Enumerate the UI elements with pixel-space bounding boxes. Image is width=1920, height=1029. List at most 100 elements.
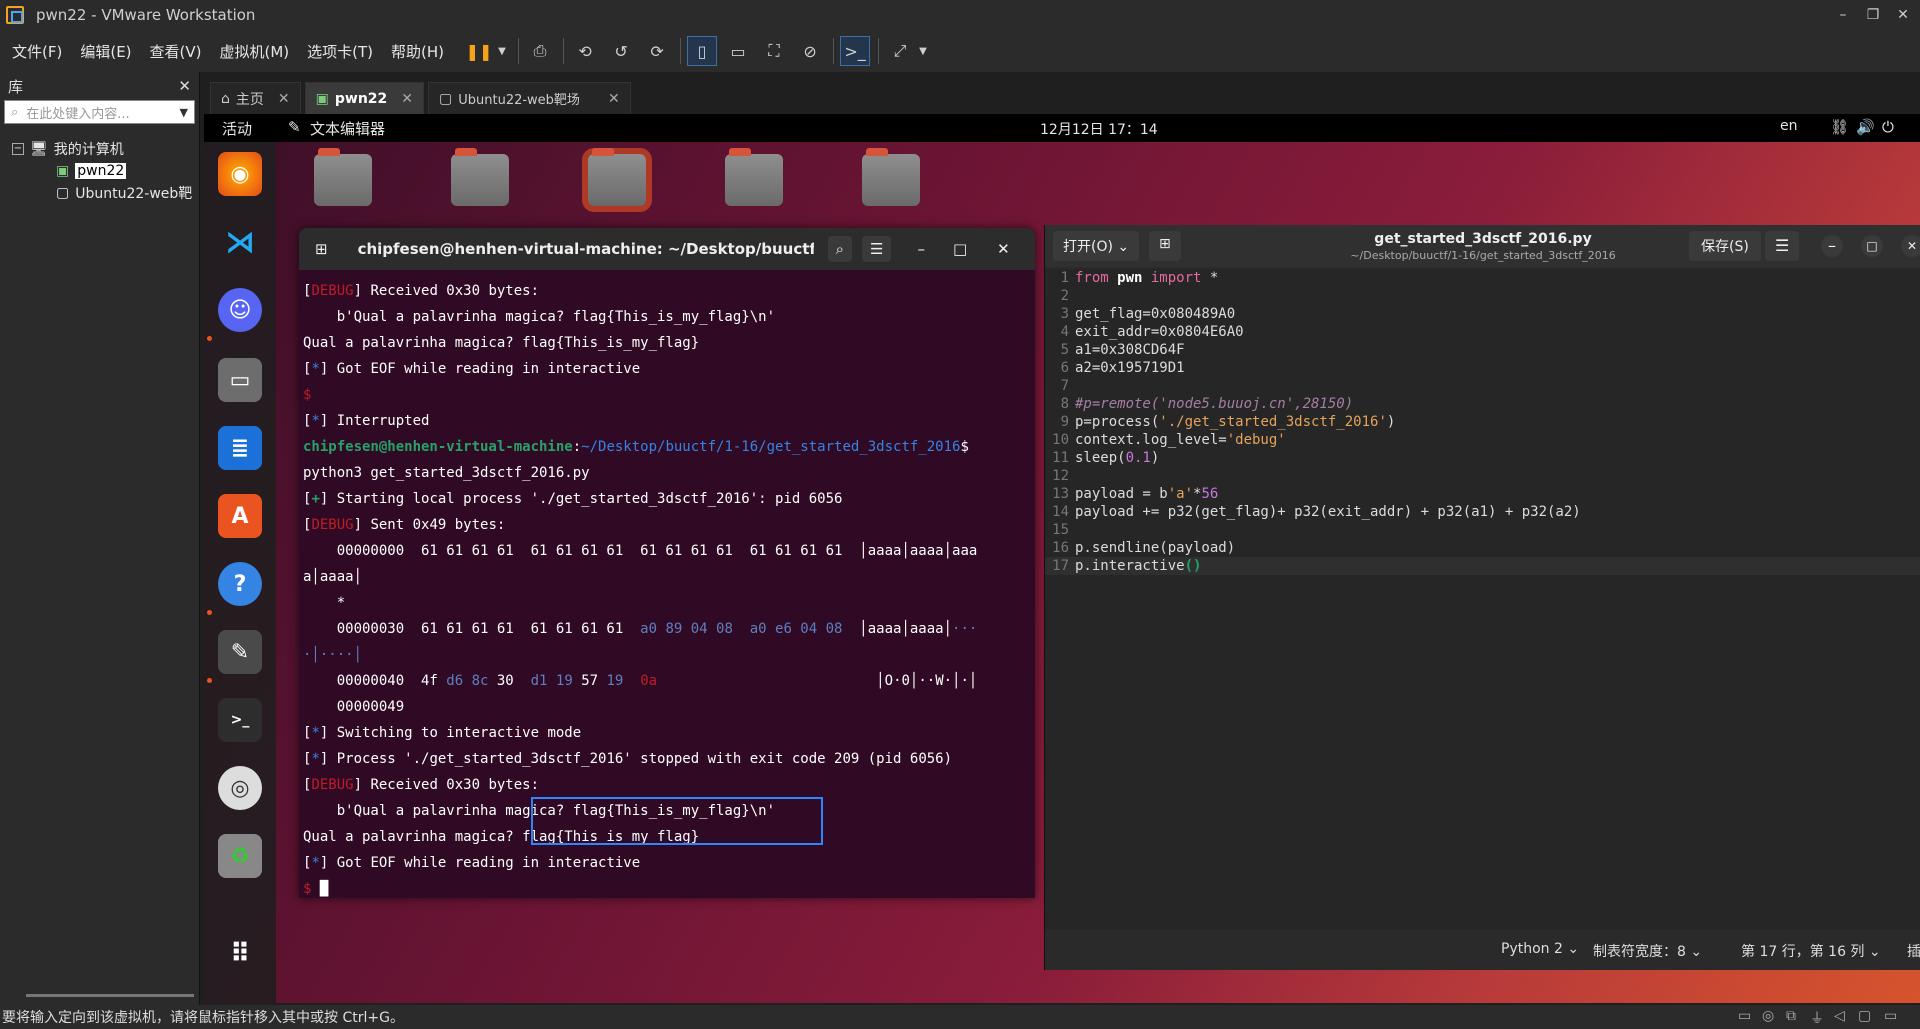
desktop-folder[interactable] (725, 148, 783, 206)
close-icon[interactable]: ✕ (608, 91, 620, 107)
power-icon[interactable]: ⏻ (1882, 118, 1894, 136)
trash-icon[interactable]: ♻ (218, 834, 262, 878)
editor-content[interactable]: 1 from pwn import * 2 3 get_flag=0x080489A0 4… (1045, 269, 1920, 930)
line-number: 1 (1060, 270, 1069, 286)
chevron-down-icon[interactable]: ▼ (494, 36, 510, 66)
files-icon[interactable]: ▭ (218, 358, 262, 402)
line-number: 8 (1060, 396, 1069, 412)
minimize-icon[interactable]: – (917, 240, 925, 258)
tree-item-pwn22[interactable]: ▣ pwn22 (0, 160, 199, 182)
hard-disk-icon[interactable]: ▭ (1738, 1008, 1751, 1024)
menu-view[interactable]: 查看(V) (144, 41, 208, 62)
menu-icon[interactable]: ☰ (861, 236, 892, 262)
vm-tree: − 🖥 我的计算机 ▣ pwn22 ▢ Ubuntu22-web靶 (0, 138, 199, 204)
minimize-icon[interactable]: – (1821, 235, 1843, 257)
save-button[interactable]: 保存(S) (1689, 231, 1761, 261)
show-library-icon[interactable]: ▯ (687, 36, 718, 66)
close-icon[interactable]: ✕ (1888, 0, 1918, 30)
horizontal-scrollbar[interactable] (26, 994, 194, 997)
title-bar: pwn22 - VMware Workstation – ❐ ✕ (0, 0, 1920, 30)
dvd-icon[interactable]: ◎ (218, 766, 262, 810)
show-apps-icon[interactable]: ⠿ (218, 932, 262, 976)
snapshot-icon[interactable]: ⟲ (570, 36, 600, 66)
stretch-guest-icon[interactable]: ⤢ (885, 36, 915, 66)
close-icon[interactable]: ✕ (997, 240, 1010, 258)
search-icon[interactable]: ⌕ (827, 236, 852, 262)
desktop-folder[interactable] (451, 148, 509, 206)
insert-mode[interactable]: 插 (1907, 941, 1920, 961)
close-icon[interactable]: ✕ (401, 91, 413, 107)
restore-icon[interactable]: ❐ (1858, 0, 1888, 30)
tree-root[interactable]: − 🖥 我的计算机 (0, 138, 199, 160)
activities-button[interactable]: 活动 (222, 118, 252, 139)
menu-edit[interactable]: 编辑(E) (74, 41, 137, 62)
network-adapter-icon[interactable]: ⧉ (1786, 1008, 1796, 1024)
menu-vm[interactable]: 虚拟机(M) (214, 41, 296, 62)
desktop-folder-buuctf[interactable] (588, 148, 646, 206)
revert-snapshot-icon[interactable]: ↺ (606, 36, 636, 66)
tree-item-ubuntu22-web[interactable]: ▢ Ubuntu22-web靶 (0, 182, 199, 204)
app-center-icon[interactable]: A (218, 494, 262, 538)
chevron-down-icon[interactable]: ▼ (180, 106, 188, 119)
vscode-icon[interactable]: ⋊ (218, 220, 262, 264)
tab-home[interactable]: ⌂ 主页 ✕ (210, 82, 301, 114)
message-icon[interactable]: ▭ (1884, 1008, 1897, 1024)
tab-width-selector[interactable]: 制表符宽度：8 ⌄ (1593, 941, 1702, 961)
pause-icon[interactable]: ❚❚ (464, 36, 494, 66)
discord-icon[interactable]: ☺ (218, 288, 262, 332)
guest-screen[interactable]: 活动 ✎ 文本编辑器 12月12日 17：14 en ⛓ 🔊 ⏻ ◉ ⋊ ☺ ▭… (204, 114, 1920, 1003)
close-icon[interactable]: ✕ (1901, 235, 1920, 257)
line-number: 14 (1052, 504, 1069, 520)
terminal-icon[interactable]: >_ (218, 698, 262, 742)
thumbnail-bar-icon[interactable]: ▭ (723, 36, 753, 66)
maximize-icon[interactable]: □ (953, 240, 967, 258)
cd-icon[interactable]: ◎ (1762, 1008, 1774, 1024)
display-icon[interactable]: ▢ (1858, 1008, 1871, 1024)
cursor-position[interactable]: 第 17 行，第 16 列 ⌄ (1741, 941, 1881, 961)
tab-pwn22[interactable]: ▣ pwn22 ✕ (304, 82, 424, 114)
full-screen-icon[interactable]: ⛶ (759, 36, 789, 66)
console-view-icon[interactable]: >_ (840, 36, 871, 66)
close-icon[interactable]: ✕ (278, 91, 290, 107)
code-line: 2 (1045, 287, 1920, 305)
libreoffice-writer-icon[interactable]: ≣ (218, 426, 262, 470)
focused-app-label[interactable]: 文本编辑器 (310, 118, 385, 139)
tab-width-label: 制表符宽度：8 (1593, 944, 1686, 960)
new-tab-icon[interactable]: ⊞ (315, 240, 328, 258)
text-editor-icon[interactable]: ✎ (218, 630, 262, 674)
help-icon[interactable]: ? (218, 562, 262, 606)
terminal-title: chipfesen@henhen-virtual-machine: ~/Desk… (357, 240, 814, 258)
menu-help[interactable]: 帮助(H) (385, 41, 450, 62)
chevron-down-icon[interactable]: ▼ (915, 36, 931, 66)
usb-icon[interactable]: ⏚ (1810, 1008, 1824, 1028)
keyboard-layout[interactable]: en (1780, 118, 1798, 134)
unity-icon[interactable]: ⊘ (795, 36, 825, 66)
sound-icon[interactable]: ◁ (1834, 1008, 1845, 1024)
language-selector[interactable]: Python 2 ⌄ (1501, 941, 1579, 957)
vm-icon: ▢ (56, 185, 70, 201)
terminal-line: [*] Got EOF while reading in interactive (303, 356, 1035, 382)
line-number: 5 (1060, 342, 1069, 358)
clock[interactable]: 12月12日 17：14 (1040, 119, 1158, 139)
tab-ubuntu22-web[interactable]: ▢ Ubuntu22-web靶场 ✕ (428, 82, 631, 114)
maximize-icon[interactable]: □ (1861, 235, 1883, 257)
send-ctrl-alt-del-icon[interactable]: ⎙ (525, 36, 555, 66)
collapse-icon[interactable]: − (12, 143, 24, 155)
menu-icon[interactable]: ☰ (1765, 231, 1800, 261)
desktop-folder[interactable] (862, 148, 920, 206)
library-search-input[interactable]: ⌕ 在此处键入内容... ▼ (4, 100, 195, 124)
terminal-line: 00000000 61 61 61 61 61 61 61 61 61 61 6… (303, 538, 1035, 564)
volume-icon[interactable]: 🔊 (1856, 118, 1875, 136)
desktop-folder-home[interactable] (314, 148, 372, 206)
minimize-icon[interactable]: – (1828, 0, 1858, 30)
menu-tabs[interactable]: 选项卡(T) (301, 41, 379, 62)
menu-file[interactable]: 文件(F) (6, 41, 68, 62)
terminal-text: ] Sent 0x49 bytes: (353, 517, 506, 533)
close-icon[interactable]: ✕ (178, 77, 191, 95)
terminal-text: ] Starting local process './get_started_… (319, 491, 843, 507)
firefox-icon[interactable]: ◉ (218, 152, 262, 196)
network-icon[interactable]: ⛓ (1830, 118, 1849, 136)
text-editor-window[interactable]: 打开(O) ⌄ ⊞ get_started_3dsctf_2016.py ~/D… (1044, 225, 1920, 970)
snapshot-manager-icon[interactable]: ⟳ (642, 36, 672, 66)
